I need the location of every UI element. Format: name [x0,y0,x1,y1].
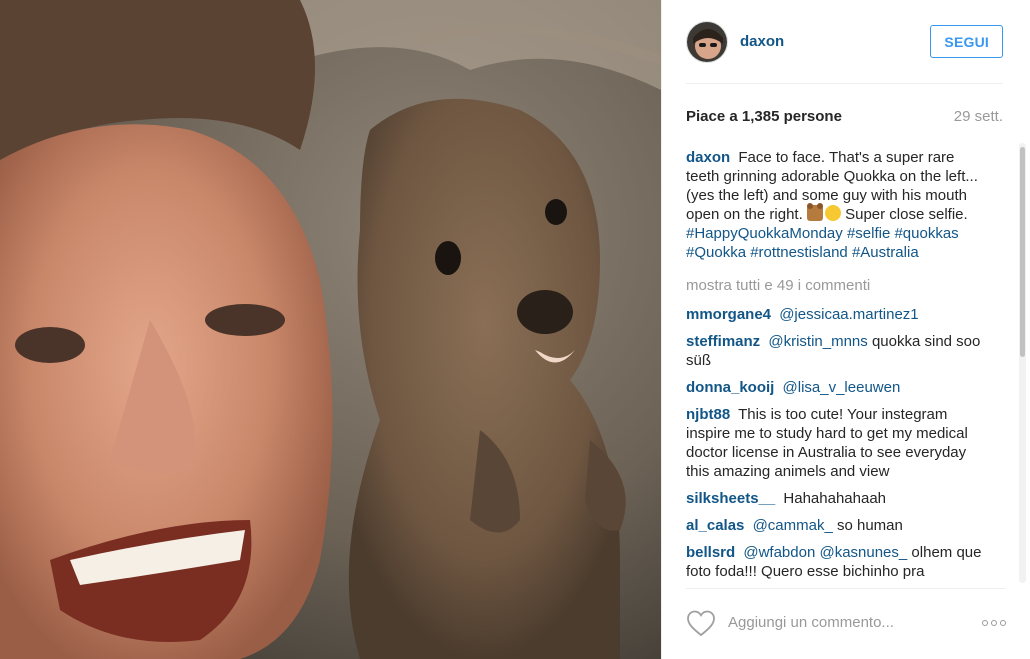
post-photo[interactable] [0,0,661,659]
comment-item: steffimanz @kristin_mnns quokka sind soo… [686,332,990,370]
comment-author[interactable]: bellsrd [686,544,735,561]
comment-mention[interactable]: @lisa_v_leeuwen [783,379,901,396]
comment-author[interactable]: steffimanz [686,333,760,350]
hashtag-link[interactable]: #HappyQuokkaMonday [686,225,843,242]
hashtag-link[interactable]: #Quokka [686,244,746,261]
profile-avatar[interactable] [686,20,728,63]
smiling-face-emoji-icon [824,205,841,221]
follow-button[interactable]: SEGUI [930,25,1003,58]
likes-row: Piace a 1,385 persone 29 sett. [686,106,1003,126]
comment-mention[interactable]: @wfabdon @kasnunes_ [743,544,907,561]
more-options-dot [982,619,988,626]
more-options-dot [1000,619,1006,626]
comments-list: daxon Face to face. That's a super rare … [686,148,990,584]
comment-author[interactable]: mmorgane4 [686,306,771,323]
comment-item: bellsrd @wfabdon @kasnunes_ olhem que fo… [686,543,990,581]
hashtag-link[interactable]: #selfie [847,225,890,242]
comment-item: al_calas @cammak_ so human [686,516,990,535]
caption-text-after-emoji: Super close selfie. [845,206,968,223]
comment-mention[interactable]: @kristin_mnns [768,333,867,350]
comment-author[interactable]: al_calas [686,517,744,534]
comment-item: silksheets__ Hahahahahaah [686,489,990,508]
comment-author[interactable]: silksheets__ [686,490,775,507]
post-footer [686,588,1006,656]
more-options-icon[interactable] [982,619,1006,626]
comment-mention[interactable]: @cammak_ [753,517,833,534]
author-username[interactable]: daxon [740,33,784,50]
selfie-with-quokka-image [0,0,661,659]
more-options-dot [991,619,997,626]
post-details-panel: daxon SEGUI Piace a 1,385 persone 29 set… [661,0,1030,659]
avatar-icon [687,21,727,62]
comment-text: so human [836,517,903,534]
instagram-post: daxon SEGUI Piace a 1,385 persone 29 set… [0,0,1030,659]
comment-item: donna_kooij @lisa_v_leeuwen [686,378,990,397]
load-more-comments-link[interactable]: mostra tutti e 49 i commenti [686,276,990,295]
comment-item: mmorgane4 @jessicaa.martinez1 [686,305,990,324]
hashtag-link[interactable]: #rottnestisland [750,244,848,261]
hashtag-link[interactable]: #quokkas [894,225,958,242]
comment-author[interactable]: njbt88 [686,406,730,423]
likes-count[interactable]: Piace a 1,385 persone [686,108,842,125]
comment-mention[interactable]: @jessicaa.martinez1 [779,306,918,323]
heart-outline-icon[interactable] [686,609,716,637]
comment-author[interactable]: donna_kooij [686,379,774,396]
bear-face-emoji-icon [806,203,823,221]
post-date[interactable]: 29 sett. [954,108,1003,125]
comment-text: Hahahahahaah [783,490,887,507]
caption-author[interactable]: daxon [686,149,730,166]
hashtag-link[interactable]: #Australia [852,244,919,261]
comments-scrollbar[interactable] [1019,143,1026,583]
caption: daxon Face to face. That's a super rare … [686,148,990,262]
post-header: daxon SEGUI [686,0,1003,84]
comment-item: njbt88 This is too cute! Your instegram … [686,405,990,481]
add-comment-input[interactable] [728,614,976,631]
scrollbar-thumb[interactable] [1020,147,1025,357]
